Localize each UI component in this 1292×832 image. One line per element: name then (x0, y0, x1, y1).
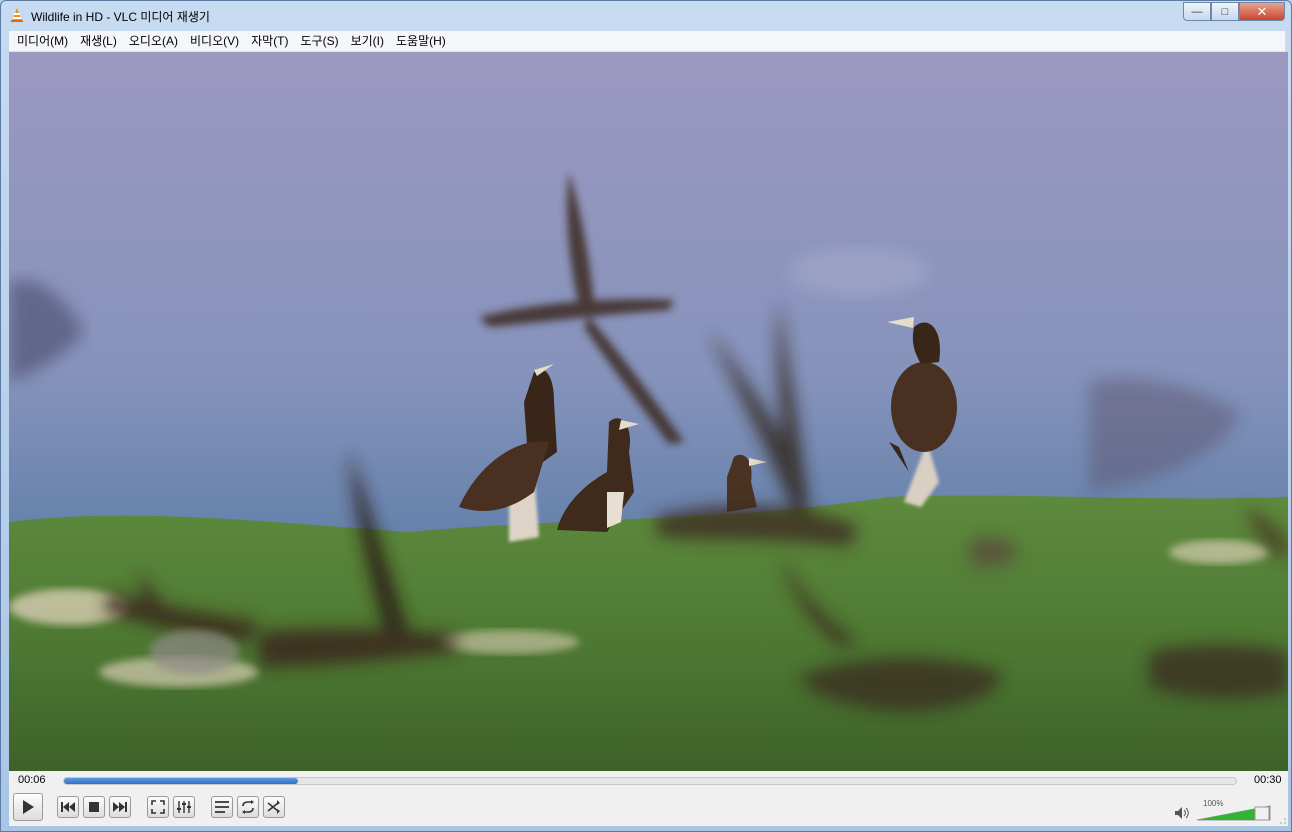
play-icon (23, 800, 34, 814)
menu-view[interactable]: 보기(I) (345, 31, 390, 52)
speaker-icon[interactable] (1175, 807, 1189, 819)
extended-settings-button[interactable] (173, 796, 195, 818)
menu-playback[interactable]: 재생(L) (74, 31, 123, 52)
playlist-button[interactable] (211, 796, 233, 818)
video-scene (9, 52, 1288, 771)
resize-grip-icon[interactable] (1278, 816, 1286, 824)
next-icon (113, 802, 127, 812)
vlc-window: Wildlife in HD - VLC 미디어 재생기 — □ ✕ 미디어(M… (0, 0, 1292, 832)
extended-settings-icon (177, 801, 191, 813)
menu-audio[interactable]: 오디오(A) (123, 31, 184, 52)
close-icon: ✕ (1256, 3, 1268, 19)
maximize-icon: □ (1221, 5, 1229, 18)
fullscreen-button[interactable] (147, 796, 169, 818)
bird-on-ground (149, 630, 239, 674)
playlist-icon (215, 801, 229, 813)
window-controls: — □ ✕ (1183, 2, 1285, 21)
fullscreen-icon (151, 800, 165, 814)
video-frame[interactable] (9, 52, 1288, 771)
menu-subtitle[interactable]: 자막(T) (245, 31, 294, 52)
window-title: Wildlife in HD - VLC 미디어 재생기 (31, 10, 210, 24)
previous-button[interactable] (57, 796, 79, 818)
next-button[interactable] (109, 796, 131, 818)
loop-button[interactable] (237, 796, 259, 818)
total-time: 00:30 (1254, 774, 1282, 786)
stop-button[interactable] (83, 796, 105, 818)
elapsed-time: 00:06 (18, 774, 46, 786)
shuffle-icon (267, 800, 280, 814)
menu-media[interactable]: 미디어(M) (11, 31, 74, 52)
menu-tools[interactable]: 도구(S) (295, 31, 345, 52)
minimize-button[interactable]: — (1183, 2, 1211, 21)
seek-progress (64, 778, 299, 784)
stop-icon (89, 802, 99, 812)
menu-bar: 미디어(M) 재생(L) 오디오(A) 비디오(V) 자막(T) 도구(S) 보… (9, 31, 1285, 52)
menu-help[interactable]: 도움말(H) (390, 31, 452, 52)
maximize-button[interactable]: □ (1211, 2, 1239, 21)
play-button[interactable] (13, 793, 43, 821)
seek-slider[interactable] (63, 777, 1237, 785)
close-button[interactable]: ✕ (1239, 2, 1285, 21)
title-bar[interactable]: Wildlife in HD - VLC 미디어 재생기 — □ ✕ (1, 1, 1291, 29)
vlc-cone-icon (11, 8, 23, 22)
controls-panel: 00:06 00:30 100% (9, 771, 1288, 826)
volume-slider[interactable] (1197, 799, 1271, 821)
loop-icon (242, 800, 254, 814)
minimize-icon: — (1191, 5, 1203, 18)
menu-video[interactable]: 비디오(V) (184, 31, 245, 52)
previous-icon (61, 802, 75, 812)
shuffle-button[interactable] (263, 796, 285, 818)
